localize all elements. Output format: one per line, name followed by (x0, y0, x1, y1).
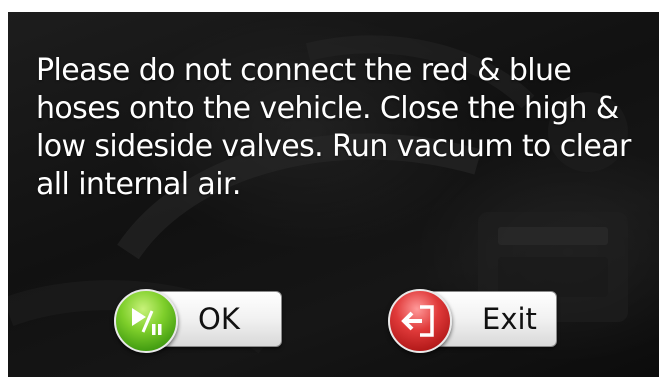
exit-door-icon[interactable] (388, 289, 452, 353)
dialog-screen: Please do not connect the red & blue hos… (8, 12, 659, 377)
exit-button-label: Exit (482, 302, 537, 336)
instruction-message: Please do not connect the red & blue hos… (36, 53, 631, 202)
ok-button-label: OK (198, 302, 240, 336)
play-pause-icon[interactable] (114, 289, 178, 353)
